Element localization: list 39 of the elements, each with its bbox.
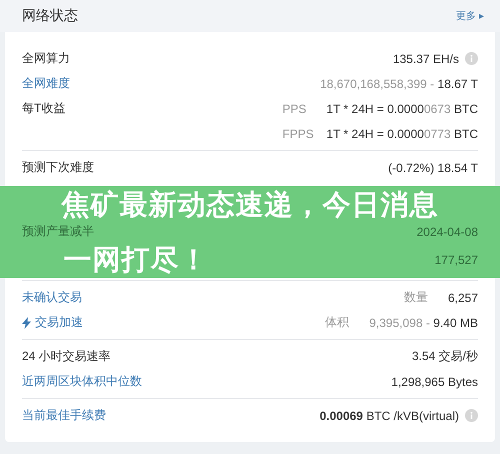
row-value: 0773 — [424, 126, 451, 140]
row-label: 24 小时交易速率 — [22, 348, 111, 365]
more-link[interactable]: 更多 ▸ — [456, 9, 484, 23]
row-link[interactable]: 当前最佳手续费 — [22, 407, 106, 424]
row-link[interactable]: 近两周区块体积中位数 — [22, 373, 142, 390]
row-value: 0.00069 — [320, 408, 363, 422]
row-value: 2024-04-08 — [416, 224, 478, 239]
row-label: 预测下次难度 — [22, 159, 94, 176]
row-value: BTC — [452, 126, 478, 140]
row-label: 每T收益 — [22, 100, 66, 117]
panel-title: 网络状态 — [22, 7, 78, 25]
headline-text: 焦矿最新动态速递，今日消息 — [62, 188, 438, 222]
info-icon[interactable] — [465, 408, 478, 422]
row-value: BTC — [452, 102, 478, 116]
row-value: 135.37 EH/s — [392, 52, 459, 66]
row-sublabel: PPS — [282, 102, 308, 116]
row-link[interactable]: 交易加速 — [35, 314, 83, 331]
row-label: 预测产量减半 — [22, 223, 95, 240]
row-value: BTC /kVB(virtual) — [365, 408, 459, 422]
row-sublabel: 数量 — [404, 289, 429, 306]
row-value: 1,298,965 Bytes — [391, 374, 478, 388]
row-value: 9,395,098 - — [369, 316, 431, 330]
row-value: 6,257 — [448, 290, 478, 304]
row-value: 18.67 T — [438, 76, 478, 90]
row-value: 9.40 MB — [433, 316, 478, 330]
row-value: 18,670,168,558,399 - — [320, 76, 436, 90]
row-link[interactable]: 全网难度 — [22, 75, 70, 92]
headline-text: 一网打尽！ — [64, 243, 208, 278]
row-link[interactable]: 未确认交易 — [22, 289, 82, 306]
row-value: 1T * 24H = 0.0000 — [326, 126, 424, 140]
row-label: 全网算力 — [22, 50, 70, 67]
row-value: (-0.72%) 18.54 T — [388, 160, 478, 174]
row-sublabel: FPPS — [282, 126, 315, 140]
row-value: 177,527 — [434, 252, 478, 267]
row-value: 0673 — [424, 102, 451, 116]
info-icon[interactable] — [465, 52, 478, 64]
row-value: 1T * 24H = 0.0000 — [326, 102, 424, 116]
row-sublabel: 体积 — [325, 314, 350, 331]
row-value: 3.54 交易/秒 — [412, 349, 478, 363]
